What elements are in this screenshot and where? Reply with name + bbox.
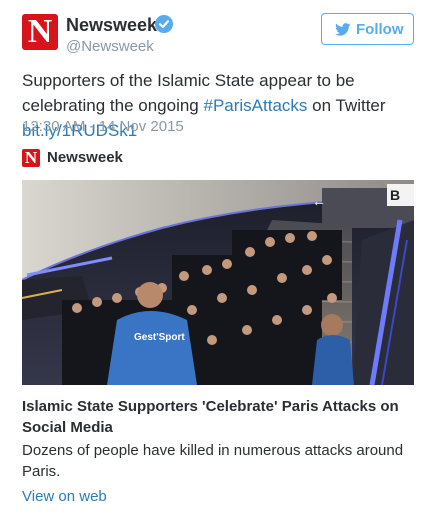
- card-site-logo-icon: N: [22, 149, 40, 167]
- card-title[interactable]: Islamic State Supporters 'Celebrate' Par…: [22, 396, 414, 438]
- follow-button-label: Follow: [356, 21, 404, 38]
- tweet-text-middle: on Twitter: [307, 96, 386, 115]
- card-site-name: Newsweek: [47, 149, 123, 166]
- follow-button[interactable]: Follow: [321, 13, 414, 45]
- steward-jacket-text: Gest'Sport: [134, 332, 185, 343]
- author-avatar[interactable]: N: [22, 14, 58, 50]
- card-description: Dozens of people have killed in numerous…: [22, 442, 404, 480]
- twitter-bird-icon: [335, 23, 351, 36]
- card-logo-letter: N: [24, 148, 38, 167]
- author-display-name[interactable]: Newsweek: [66, 14, 157, 36]
- newsweek-logo-icon: N: [27, 13, 53, 50]
- view-on-web-link[interactable]: View on web: [22, 488, 107, 506]
- verified-badge-icon: [155, 15, 173, 33]
- author-screen-name[interactable]: @Newsweek: [66, 38, 154, 56]
- embedded-tweet: N Newsweek @Newsweek Follow Supporters o…: [0, 0, 447, 514]
- tweet-timestamp[interactable]: 12:30 AM - 14 Nov 2015: [22, 118, 184, 136]
- stadium-sign-arrow: ←: [312, 193, 326, 209]
- card-image[interactable]: B ← Gest'Sport: [22, 180, 414, 385]
- hashtag-link[interactable]: #ParisAttacks: [203, 96, 307, 115]
- stadium-crowd-photo: B ← Gest'Sport: [22, 180, 414, 385]
- stadium-sign-letters: B: [390, 187, 400, 203]
